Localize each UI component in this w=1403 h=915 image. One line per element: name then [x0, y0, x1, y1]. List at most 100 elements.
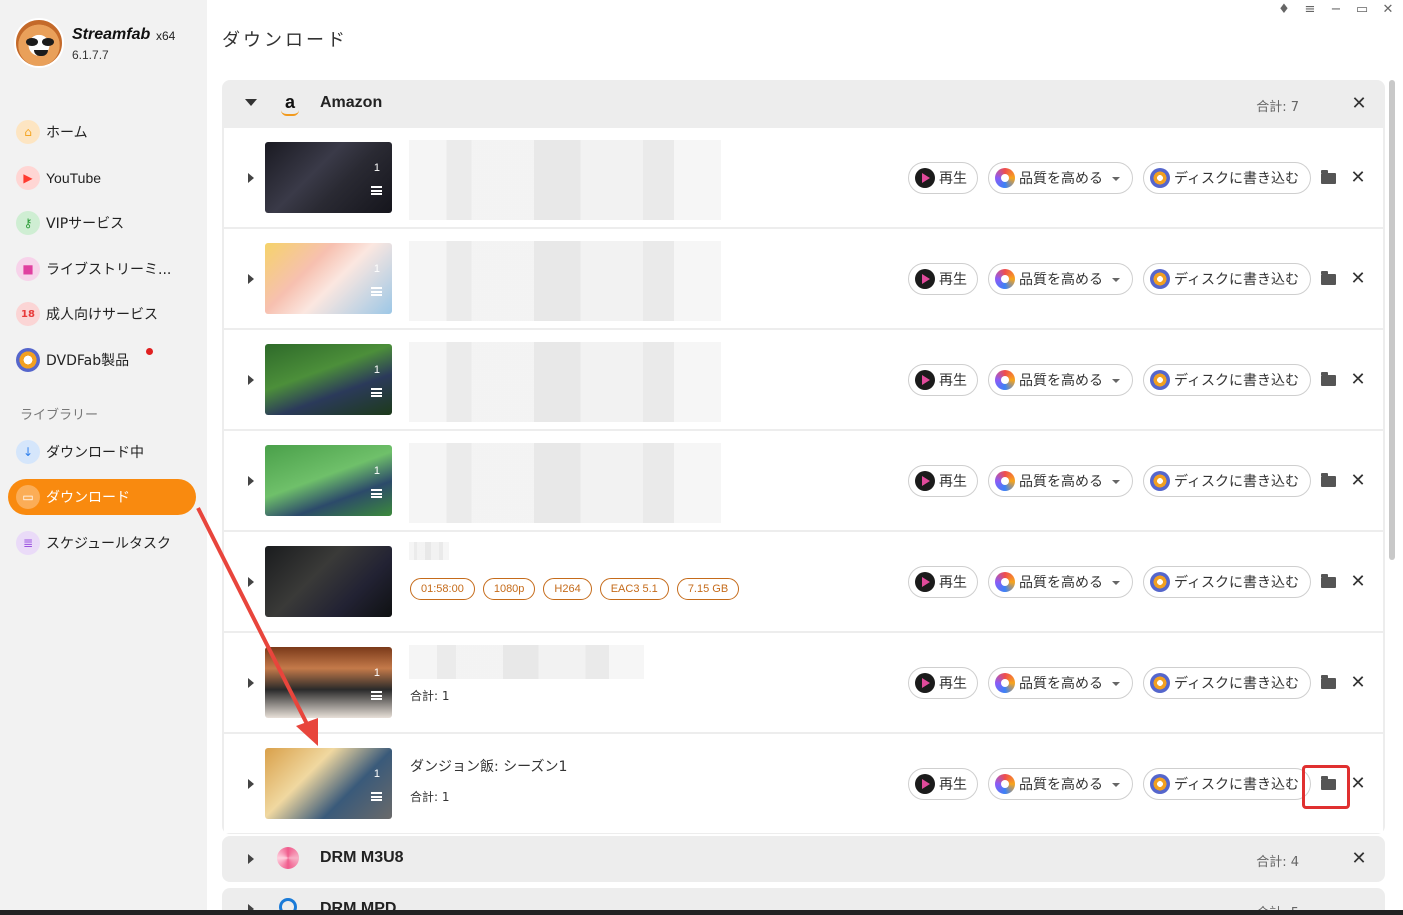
open-folder-button[interactable]: [1320, 572, 1338, 592]
expand-icon[interactable]: [248, 678, 254, 688]
enhance-icon: [995, 774, 1015, 794]
open-folder-button[interactable]: [1320, 774, 1338, 794]
sidebar-item-label: DVDFab製品: [46, 353, 130, 369]
remove-item-icon[interactable]: ✕: [1350, 371, 1366, 389]
blurred-title: [409, 645, 644, 679]
maximize-icon[interactable]: ▭: [1355, 2, 1369, 17]
close-icon[interactable]: ✕: [1381, 2, 1395, 17]
remove-item-icon[interactable]: ✕: [1350, 674, 1366, 692]
dropdown-arrow-icon[interactable]: [1112, 581, 1120, 585]
play-button[interactable]: 再生: [908, 364, 978, 396]
close-icon[interactable]: ✕: [1351, 95, 1367, 113]
burn-disc-button[interactable]: ディスクに書き込む: [1143, 566, 1311, 598]
menu-icon[interactable]: ≡: [1303, 2, 1317, 17]
enhance-quality-button[interactable]: 品質を高める: [988, 465, 1133, 497]
expand-icon[interactable]: [248, 274, 254, 284]
minimize-icon[interactable]: −: [1329, 2, 1343, 17]
playlist-icon: [371, 792, 382, 801]
page-title: ダウンロード: [222, 30, 348, 51]
drm-m3u8-logo-icon: [277, 847, 299, 869]
dropdown-arrow-icon[interactable]: [1112, 278, 1120, 282]
table-row[interactable]: 1 再生 品質を高める ディスクに書き込む ✕: [224, 229, 1383, 328]
dropdown-arrow-icon[interactable]: [1112, 783, 1120, 787]
tag-list: 01:58:00 1080p H264 EAC3 5.1 7.15 GB: [410, 578, 740, 600]
play-button[interactable]: 再生: [908, 667, 978, 699]
table-row[interactable]: 1 再生 品質を高める ディスクに書き込む ✕: [224, 128, 1383, 227]
enhance-quality-button[interactable]: 品質を高める: [988, 364, 1133, 396]
thumbnail-count: 1: [373, 364, 380, 376]
group-name: Amazon: [320, 94, 383, 111]
dropdown-arrow-icon[interactable]: [1112, 480, 1120, 484]
sidebar-item-dvdfab[interactable]: DVDFab製品: [8, 342, 196, 378]
shirt-icon[interactable]: ♦: [1277, 2, 1291, 17]
expand-icon[interactable]: [248, 173, 254, 183]
group-name: DRM M3U8: [320, 849, 404, 866]
sidebar-item-vip[interactable]: ⚷ VIPサービス: [8, 205, 196, 241]
open-folder-button[interactable]: [1320, 471, 1338, 491]
scrollbar[interactable]: [1389, 80, 1395, 560]
folder-icon: [1321, 271, 1336, 285]
expand-icon[interactable]: [248, 577, 254, 587]
enhance-quality-button[interactable]: 品質を高める: [988, 263, 1133, 295]
group-header[interactable]: a Amazon 合計: 7 ✕: [222, 80, 1385, 128]
play-label: 再生: [939, 171, 967, 187]
enhance-quality-button[interactable]: 品質を高める: [988, 768, 1133, 800]
item-title: ダンジョン飯: シーズン1: [410, 759, 568, 775]
open-folder-button[interactable]: [1320, 370, 1338, 390]
open-folder-button[interactable]: [1320, 269, 1338, 289]
table-row[interactable]: 1 ダンジョン飯: シーズン1 合計: 1 再生 品質を高める ディスクに書き込む ✕: [224, 734, 1383, 833]
play-button[interactable]: 再生: [908, 768, 978, 800]
table-row[interactable]: 1 再生 品質を高める ディスクに書き込む ✕: [224, 330, 1383, 429]
burn-disc-button[interactable]: ディスクに書き込む: [1143, 263, 1311, 295]
info-tag: 01:58:00: [410, 578, 475, 600]
sidebar-item-adult[interactable]: 18 成人向けサービス: [8, 296, 196, 332]
open-folder-button[interactable]: [1320, 673, 1338, 693]
folder-icon: [1321, 675, 1336, 689]
play-button[interactable]: 再生: [908, 465, 978, 497]
table-row[interactable]: 1 合計: 1 再生 品質を高める ディスクに書き込む ✕: [224, 633, 1383, 732]
burn-disc-button[interactable]: ディスクに書き込む: [1143, 364, 1311, 396]
info-tag: H264: [543, 578, 592, 600]
dropdown-arrow-icon[interactable]: [1112, 379, 1120, 383]
dropdown-arrow-icon[interactable]: [1112, 177, 1120, 181]
blurred-title: [409, 443, 721, 523]
remove-item-icon[interactable]: ✕: [1350, 775, 1366, 793]
window-controls: ♦ ≡ − ▭ ✕: [1277, 2, 1395, 17]
table-row[interactable]: 1 再生 品質を高める ディスクに書き込む ✕: [224, 431, 1383, 530]
expand-icon[interactable]: [248, 779, 254, 789]
burn-disc-button[interactable]: ディスクに書き込む: [1143, 465, 1311, 497]
sidebar-item-downloading[interactable]: ↓ ダウンロード中: [8, 434, 196, 470]
play-button[interactable]: 再生: [908, 263, 978, 295]
close-icon[interactable]: ✕: [1351, 850, 1367, 868]
dropdown-arrow-icon[interactable]: [1112, 682, 1120, 686]
burn-disc-button[interactable]: ディスクに書き込む: [1143, 667, 1311, 699]
expand-icon[interactable]: [248, 854, 254, 864]
play-button[interactable]: 再生: [908, 566, 978, 598]
expand-icon[interactable]: [248, 476, 254, 486]
sidebar-item-youtube[interactable]: ▶ YouTube: [8, 160, 196, 196]
sidebar-item-schedule[interactable]: ≣ スケジュールタスク: [8, 525, 196, 561]
burn-disc-button[interactable]: ディスクに書き込む: [1143, 768, 1311, 800]
sidebar-item-livestream[interactable]: ■ ライブストリーミ...: [8, 251, 196, 287]
enhance-quality-button[interactable]: 品質を高める: [988, 667, 1133, 699]
enhance-quality-button[interactable]: 品質を高める: [988, 162, 1133, 194]
folder-icon: [1321, 574, 1336, 588]
play-label: 再生: [939, 272, 967, 288]
item-total: 合計: 1: [410, 790, 450, 804]
burn-disc-button[interactable]: ディスクに書き込む: [1143, 162, 1311, 194]
thumbnail: 1: [265, 445, 392, 516]
playlist-icon: [371, 691, 382, 700]
sidebar-item-home[interactable]: ⌂ ホーム: [8, 114, 196, 150]
sidebar-item-downloaded[interactable]: ▭ ダウンロード: [8, 479, 196, 515]
remove-item-icon[interactable]: ✕: [1350, 169, 1366, 187]
table-row[interactable]: 01:58:00 1080p H264 EAC3 5.1 7.15 GB 再生 品質を高める…: [224, 532, 1383, 631]
group-drm-m3u8[interactable]: DRM M3U8 合計: 4 ✕: [222, 836, 1385, 882]
remove-item-icon[interactable]: ✕: [1350, 270, 1366, 288]
remove-item-icon[interactable]: ✕: [1350, 472, 1366, 490]
play-button[interactable]: 再生: [908, 162, 978, 194]
expand-icon[interactable]: [248, 375, 254, 385]
enhance-quality-button[interactable]: 品質を高める: [988, 566, 1133, 598]
open-folder-button[interactable]: [1320, 168, 1338, 188]
remove-item-icon[interactable]: ✕: [1350, 573, 1366, 591]
collapse-icon[interactable]: [245, 99, 257, 106]
